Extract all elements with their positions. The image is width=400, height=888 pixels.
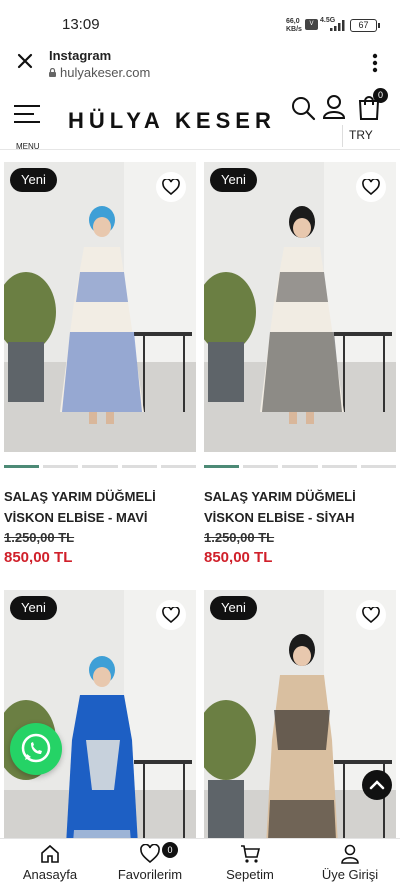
favorites-count-badge: 0 [162,842,178,858]
currency-selector[interactable]: TRY [342,125,400,147]
add-to-favorites-button[interactable] [156,172,186,202]
volte-icon: V [305,19,318,30]
cart-count-badge: 0 [373,88,388,103]
lock-icon [49,68,56,77]
home-icon [41,844,59,863]
heart-icon [140,844,160,864]
product-name[interactable]: SALAŞ YARIM DÜĞMELİ VİSKON ELBİSE - SİYA… [204,486,396,528]
new-badge: Yeni [10,168,57,192]
whatsapp-button[interactable] [10,723,62,775]
nav-favorites-label: Favorilerim [117,867,183,882]
product-name[interactable]: SALAŞ YARIM DÜĞMELİ VİSKON ELBİSE - MAVİ [4,486,196,528]
add-to-favorites-button[interactable] [156,600,186,630]
user-icon [341,844,359,864]
status-time: 13:09 [62,16,100,33]
network-speed-value: 66,0 [286,18,300,25]
hamburger-icon [14,105,40,123]
nav-home[interactable]: Anasayfa [0,839,100,888]
user-icon[interactable] [322,94,346,120]
old-price: 1.250,00 TL [4,530,75,545]
heart-icon [162,179,180,195]
heart-icon [362,607,380,623]
new-badge: Yeni [10,596,57,620]
status-bar: 13:09 66,0 KB/s V 4.5G 67 [0,0,400,40]
heart-icon [362,179,380,195]
battery-icon: 67 [350,19,380,32]
scroll-to-top-button[interactable] [362,770,392,800]
network-speed: 66,0 KB/s [286,18,302,34]
chevron-up-icon [369,780,385,790]
sale-price: 850,00 TL [4,549,73,566]
nav-account-label: Üye Girişi [321,867,379,882]
nav-account[interactable]: Üye Girişi [300,839,400,888]
add-to-favorites-button[interactable] [356,172,386,202]
nav-cart[interactable]: Sepetim [200,839,300,888]
old-price: 1.250,00 TL [204,530,275,545]
nav-cart-label: Sepetim [226,867,274,882]
product-image[interactable] [4,162,196,452]
browser-title: Instagram [49,48,112,63]
image-slider-indicator [204,465,397,468]
network-speed-unit: KB/s [286,26,302,33]
nav-home-label: Anasayfa [22,867,78,882]
new-badge: Yeni [210,596,257,620]
new-badge: Yeni [210,168,257,192]
nav-favorites[interactable]: 0 Favorilerim [100,839,200,888]
whatsapp-icon [21,733,51,763]
in-app-browser-bar: Instagram hulyakeser.com [0,40,400,88]
image-slider-indicator [4,465,197,468]
bottom-navigation: Anasayfa 0 Favorilerim Sepetim Üye Giriş… [0,838,400,888]
signal-icon [330,20,345,31]
menu-button[interactable]: MENU [12,102,48,151]
close-icon[interactable] [14,50,36,72]
heart-icon [162,607,180,623]
browser-url[interactable]: hulyakeser.com [60,65,150,80]
sale-price: 850,00 TL [204,549,273,566]
site-logo[interactable]: HÜLYA KESER [68,108,276,134]
more-options-icon[interactable] [366,52,384,74]
search-icon[interactable] [290,95,316,121]
shopping-cart-icon [241,845,260,863]
add-to-favorites-button[interactable] [356,600,386,630]
product-image[interactable] [204,162,396,452]
